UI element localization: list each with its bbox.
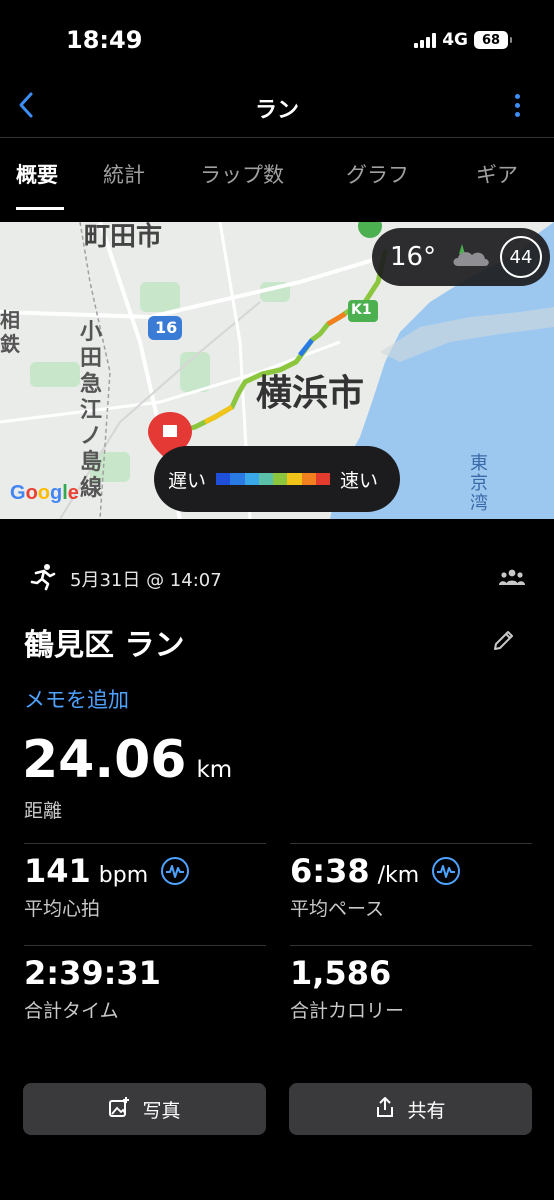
- battery-level: 68: [481, 32, 501, 48]
- total-time-value: 2:39:31: [24, 954, 161, 992]
- pace-color-segment: [216, 473, 231, 485]
- distance-value-row: 24.06 km: [22, 730, 232, 790]
- pencil-icon[interactable]: [492, 628, 516, 656]
- share-label: 共有: [407, 1099, 446, 1122]
- distance-unit: km: [196, 757, 233, 783]
- activity-meta-row: 5月31日 @ 14:07: [28, 562, 526, 596]
- pace-value: 6:38: [290, 852, 370, 890]
- share-icon: [375, 1096, 395, 1123]
- divider: [290, 945, 532, 946]
- legend-fast-label: 速い: [340, 469, 379, 492]
- pace-color-segment: [301, 473, 316, 485]
- map-label-route16: 16: [155, 318, 178, 337]
- heart-rate-label: 平均心拍: [24, 898, 101, 920]
- vertical-ellipsis-icon[interactable]: [515, 94, 520, 117]
- heart-rate-wave-icon: [160, 856, 190, 890]
- google-logo: Google: [10, 482, 79, 504]
- map-label-yokohama: 横浜市: [256, 373, 365, 414]
- tab-stats[interactable]: 統計: [103, 159, 145, 189]
- stat-calories: 1,586 合計カロリー: [290, 954, 404, 1023]
- network-type: 4G: [442, 30, 468, 50]
- stat-heart-rate[interactable]: 141 bpm 平均心拍: [24, 852, 190, 921]
- heart-rate-value: 141: [24, 852, 91, 890]
- tab-graph[interactable]: グラフ: [346, 159, 409, 189]
- distance-value: 24.06: [22, 730, 187, 790]
- pace-color-segment: [273, 473, 288, 485]
- divider: [290, 843, 532, 844]
- legend-slow-label: 遅い: [168, 469, 207, 492]
- pace-wave-icon: [431, 856, 461, 890]
- status-bar: 18:49 4G 68: [0, 0, 554, 84]
- pace-legend: 遅い 速い: [154, 446, 400, 512]
- stat-total-time: 2:39:31 合計タイム: [24, 954, 161, 1023]
- aqi-value: 44: [509, 246, 533, 268]
- calories-value: 1,586: [290, 954, 392, 992]
- calories-label: 合計カロリー: [290, 1000, 405, 1022]
- add-memo-link[interactable]: メモを追加: [24, 684, 129, 714]
- aqi-badge: 44: [500, 236, 542, 278]
- map-label-k1: K1: [351, 302, 372, 318]
- map-label-machida: 町田市: [84, 222, 163, 252]
- weather-temperature: 16°: [390, 242, 437, 272]
- add-photo-label: 写真: [142, 1099, 181, 1122]
- heart-rate-unit: bpm: [98, 863, 149, 888]
- status-time: 18:49: [66, 26, 143, 54]
- map-label-sagami: 相鉄: [0, 308, 20, 356]
- tab-underline: [16, 207, 64, 210]
- pace-label: 平均ペース: [290, 898, 385, 920]
- divider: [24, 843, 266, 844]
- distance-label: 距離: [24, 800, 63, 822]
- pace-color-segment: [315, 473, 331, 485]
- cloudy-night-icon: [448, 240, 494, 274]
- share-button[interactable]: 共有: [289, 1083, 532, 1135]
- pace-gradient-bar: [216, 473, 331, 485]
- pace-color-segment: [258, 473, 274, 485]
- nav-bar: ラン: [0, 84, 554, 138]
- battery-icon: 68: [474, 31, 512, 49]
- weather-badge[interactable]: 16° 44: [372, 228, 550, 286]
- map-label-odakyu: 小田急江ノ島線: [80, 320, 103, 501]
- total-time-label: 合計タイム: [24, 1000, 119, 1022]
- tab-laps[interactable]: ラップ数: [200, 159, 284, 189]
- add-photo-icon: [108, 1096, 130, 1123]
- running-icon: [28, 563, 56, 595]
- activity-date: 5月31日 @ 14:07: [70, 570, 222, 591]
- map-label-tokyo-bay: 東京湾: [470, 453, 488, 514]
- add-photo-button[interactable]: 写真: [23, 1083, 266, 1135]
- page-title: ラン: [254, 98, 299, 123]
- status-right: 4G 68: [414, 30, 512, 50]
- pace-color-segment: [230, 473, 245, 485]
- divider: [24, 945, 266, 946]
- tab-gear[interactable]: ギア: [476, 159, 518, 189]
- group-icon[interactable]: [498, 569, 526, 589]
- activity-title: 鶴見区 ラン: [24, 628, 185, 663]
- tab-bar: 概要 統計 ラップ数 グラフ ギア: [0, 139, 554, 211]
- stat-pace[interactable]: 6:38 /km 平均ペース: [290, 852, 461, 921]
- pace-unit: /km: [377, 863, 420, 888]
- pace-color-segment: [244, 473, 259, 485]
- tab-overview[interactable]: 概要: [16, 159, 58, 189]
- signal-icon: [414, 32, 437, 48]
- pace-color-segment: [287, 473, 302, 485]
